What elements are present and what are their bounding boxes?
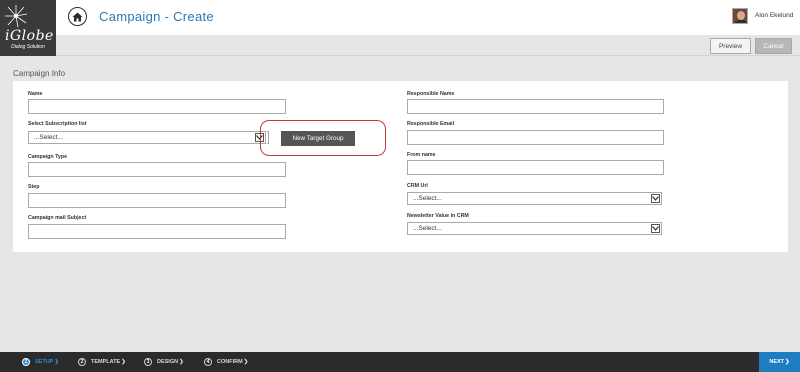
step-number: 1	[22, 358, 30, 366]
responsible-email-field[interactable]	[407, 130, 664, 145]
subscription-list-select[interactable]: ...Select...	[28, 131, 266, 144]
home-button[interactable]	[68, 7, 87, 26]
step-label: SETUP	[35, 359, 54, 365]
highlight-ring	[260, 120, 386, 156]
avatar[interactable]	[732, 8, 748, 24]
chevron-right-icon: ❯	[54, 359, 59, 365]
step-label: DESIGN	[157, 359, 179, 365]
logo-burst-icon	[5, 5, 28, 28]
user-name[interactable]: Alon Ekelund	[755, 12, 793, 19]
from-name-label: From name	[407, 152, 436, 158]
responsible-email-label: Responsible Email	[407, 121, 455, 127]
preview-button[interactable]: Preview	[710, 38, 751, 54]
page-title: Campaign - Create	[99, 9, 214, 24]
wizard-step-design[interactable]: 3 DESIGN ❯	[144, 357, 184, 367]
cancel-button[interactable]: Cancel	[755, 38, 792, 54]
from-name-field[interactable]	[407, 160, 664, 175]
logo-tagline: Dialog Solution	[11, 44, 45, 50]
section-title: Campaign Info	[13, 69, 66, 78]
chevron-right-icon: ❯	[121, 359, 126, 365]
step-label: TEMPLATE	[91, 359, 121, 365]
newsletter-value-label: Newsletter Value in CRM	[407, 213, 469, 219]
name-label: Name	[28, 91, 43, 97]
action-toolbar	[0, 35, 800, 56]
campaign-type-field[interactable]	[28, 162, 286, 177]
chevron-down-icon	[651, 194, 660, 203]
step-number: 2	[78, 358, 86, 366]
chevron-right-icon: ❯	[243, 359, 249, 365]
crm-url-value: ...Select...	[413, 195, 442, 202]
step-field[interactable]	[28, 193, 286, 208]
wizard-step-template[interactable]: 2 TEMPLATE ❯	[78, 357, 126, 367]
crm-url-select[interactable]: ...Select...	[407, 192, 662, 205]
campaign-type-label: Campaign Type	[28, 154, 68, 160]
responsible-name-label: Responsible Name	[407, 91, 455, 97]
newsletter-value-value: ...Select...	[413, 225, 442, 232]
mail-subject-label: Campaign mail Subject	[28, 215, 87, 221]
mail-subject-field[interactable]	[28, 224, 286, 239]
wizard-step-setup[interactable]: 1 SETUP ❯	[22, 357, 59, 367]
subscription-list-value: ...Select...	[34, 134, 63, 141]
step-number: 4	[204, 358, 212, 366]
next-button[interactable]: NEXT ❯	[759, 352, 800, 372]
step-number: 3	[144, 358, 152, 366]
wizard-step-confirm[interactable]: 4 CONFIRM ❯	[204, 357, 248, 367]
home-icon	[72, 12, 83, 21]
chevron-down-icon	[651, 224, 660, 233]
chevron-right-icon: ❯	[179, 359, 184, 365]
subscription-list-label: Select Subscription list	[28, 121, 87, 127]
crm-url-label: CRM Url	[407, 183, 428, 189]
newsletter-value-select[interactable]: ...Select...	[407, 222, 662, 235]
responsible-name-field[interactable]	[407, 99, 664, 114]
step-label: CONFIRM	[217, 359, 243, 365]
chevron-right-icon: ❯	[785, 359, 790, 365]
app-logo[interactable]: iGlobe Dialog Solution	[0, 0, 56, 56]
logo-text: iGlobe	[5, 28, 54, 44]
next-label: NEXT	[769, 359, 785, 365]
step-label: Step	[28, 184, 40, 190]
name-field[interactable]	[28, 99, 286, 114]
